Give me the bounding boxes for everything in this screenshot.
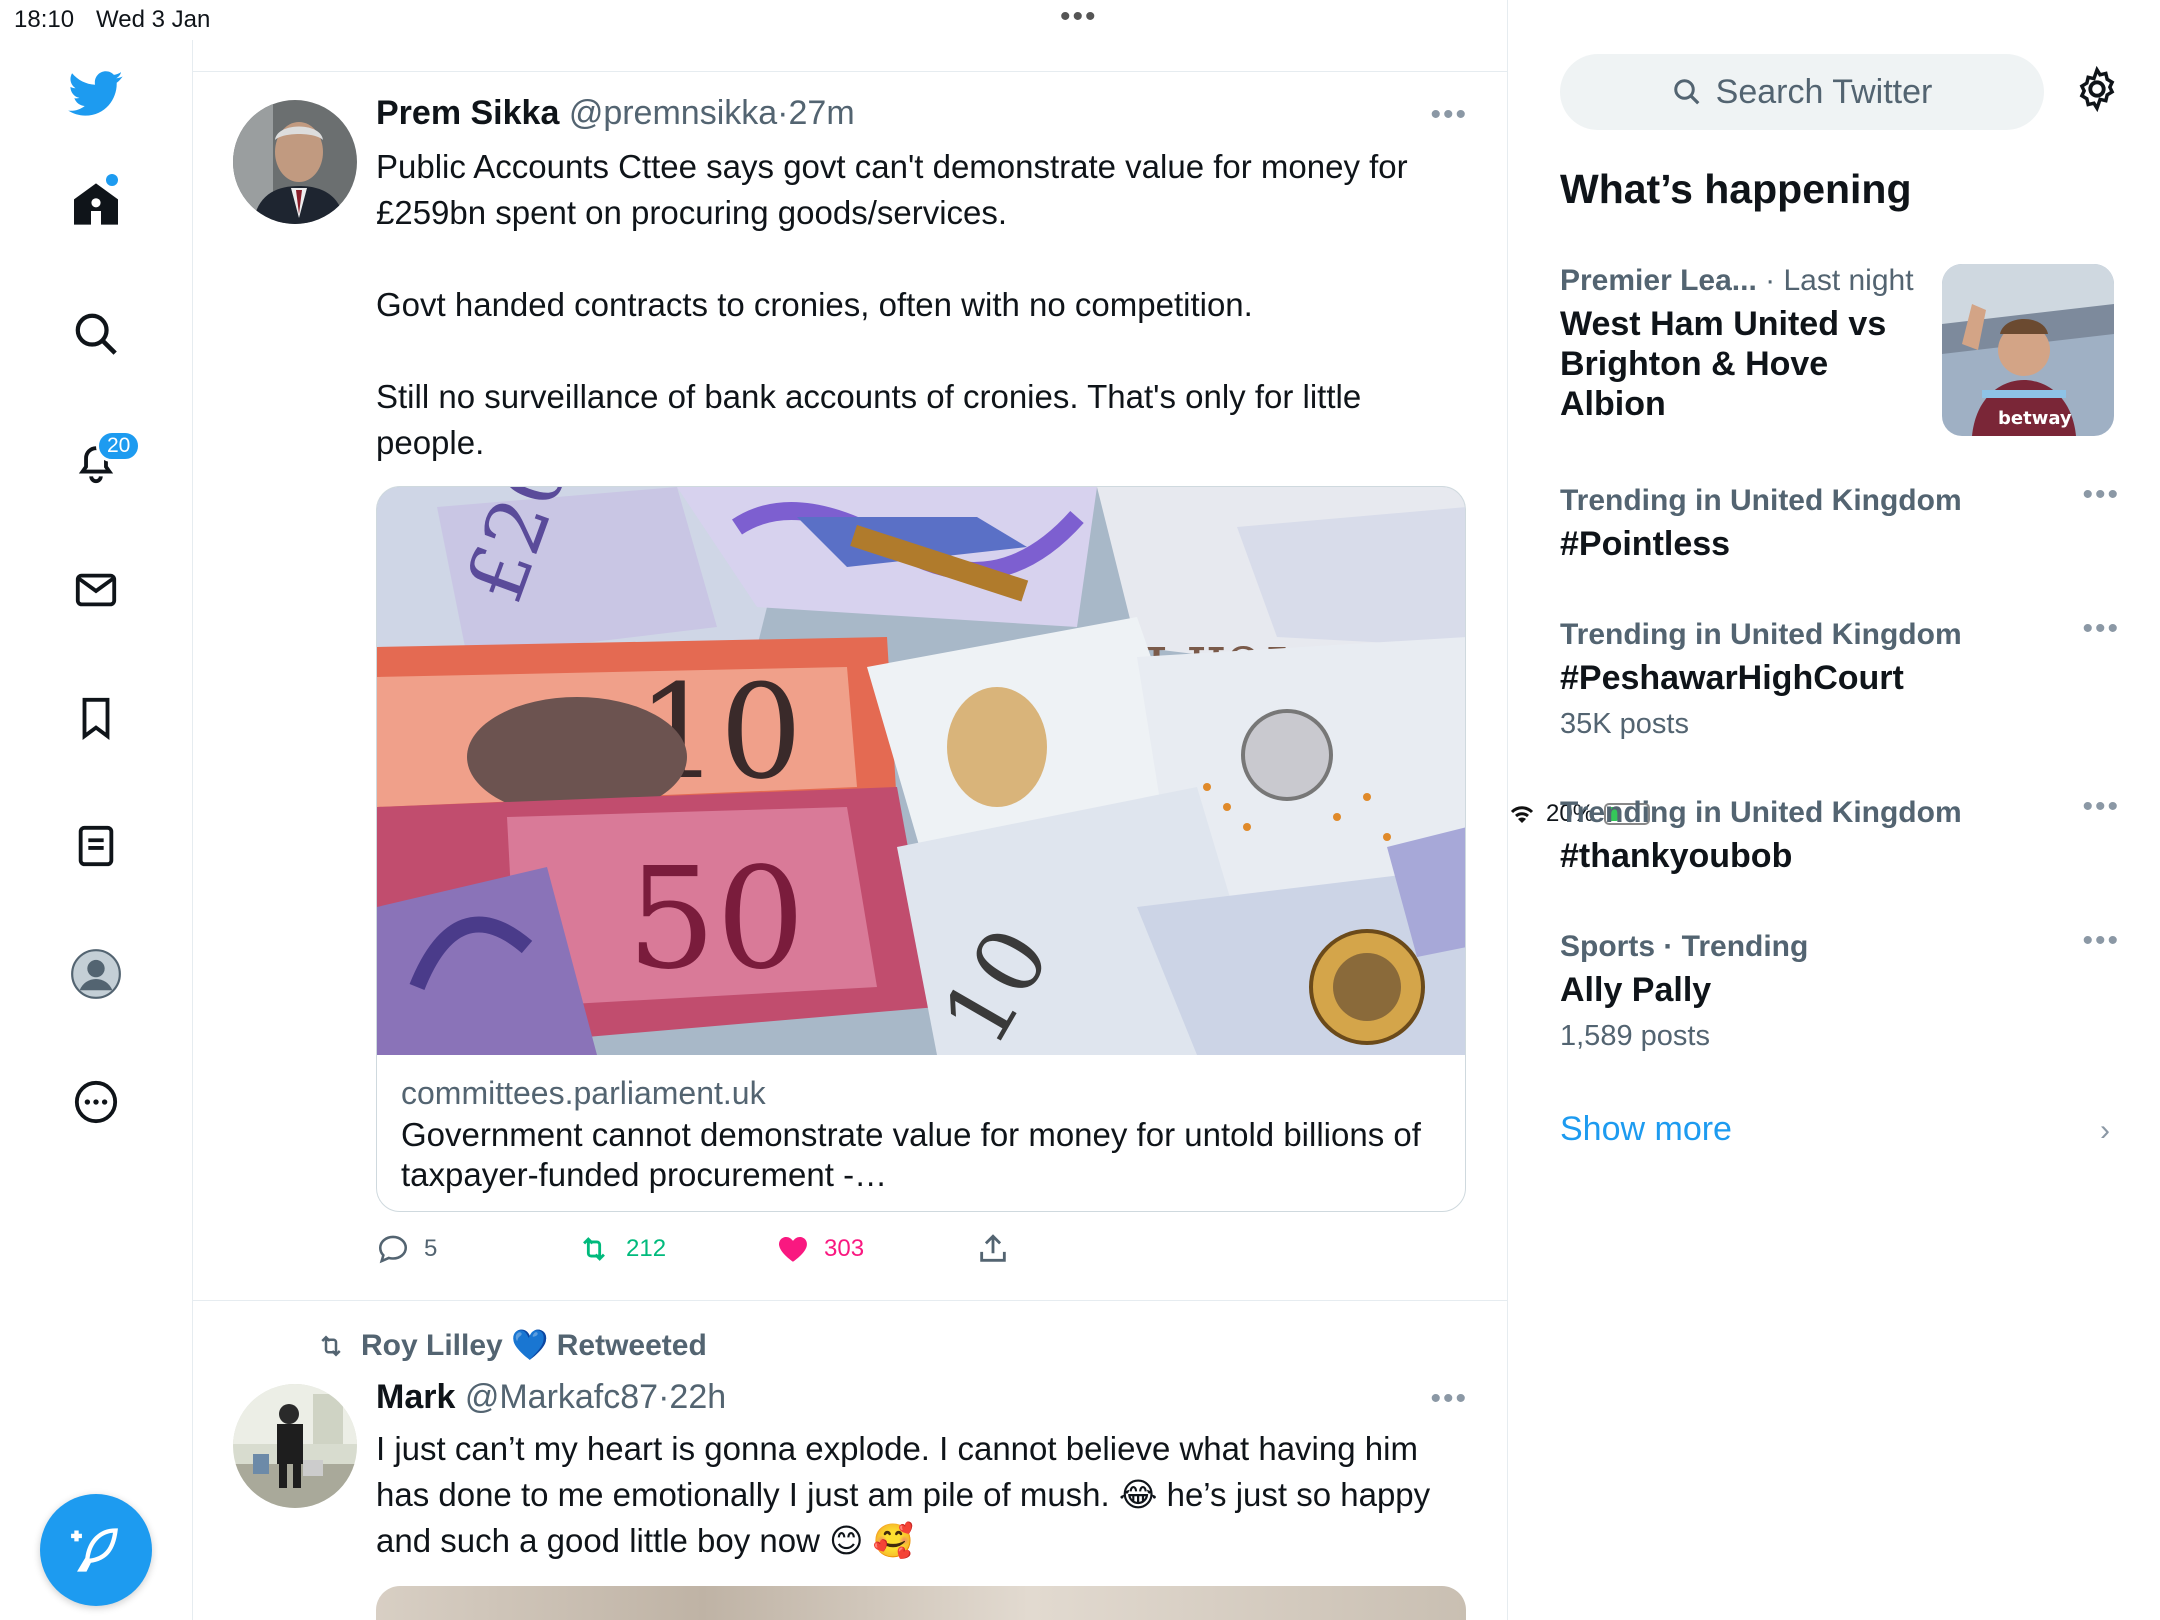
share-icon	[980, 1234, 1006, 1262]
home-unread-dot	[106, 174, 118, 186]
author-handle[interactable]: @premnsikka	[569, 94, 777, 132]
link-card[interactable]: £20 Ten P 10	[376, 486, 1466, 1212]
retweet-icon	[583, 1237, 605, 1261]
trend-more-icon[interactable]: •••	[2082, 478, 2120, 512]
whats-happening-title: What’s happening	[1560, 166, 1912, 212]
avatar[interactable]	[233, 100, 357, 224]
reply-count: 5	[424, 1235, 438, 1262]
trend-item[interactable]: Premier Lea... · Last night West Ham Uni…	[1560, 264, 1930, 424]
trend-more-icon[interactable]: •••	[2082, 790, 2120, 824]
tweet-paragraph: Still no surveillance of bank accounts o…	[376, 378, 1362, 461]
tweet-divider	[193, 1300, 1508, 1301]
bookmarks-icon[interactable]	[66, 688, 126, 748]
tweet-text: Public Accounts Cttee says govt can't de…	[376, 144, 1466, 466]
trend-title: West Ham United vs Brighton & Hove Albio…	[1560, 305, 1887, 423]
compose-tweet-button[interactable]	[40, 1494, 152, 1606]
trend-context: Trending in United Kingdom	[1560, 618, 1962, 651]
trend-context: Premier Lea...	[1560, 264, 1757, 297]
tweet-paragraph: Public Accounts Cttee says govt can't de…	[376, 148, 1408, 231]
left-nav: 20	[0, 40, 193, 1620]
tweet-time[interactable]: 27m	[789, 94, 855, 132]
compose-feather-icon	[71, 1528, 118, 1572]
trend-context: Trending in United Kingdom	[1560, 796, 1962, 829]
author-name[interactable]: Mark	[376, 1378, 455, 1416]
heart-icon	[779, 1236, 807, 1262]
trend-item[interactable]: Trending in United Kingdom #thankyoubob …	[1560, 790, 2120, 876]
trend-title: Ally Pally	[1560, 971, 1712, 1009]
card-title: Government cannot demonstrate value for …	[401, 1116, 1421, 1193]
avatar[interactable]	[233, 1384, 357, 1508]
search-input[interactable]: Search Twitter	[1560, 54, 2044, 130]
like-count: 303	[824, 1235, 865, 1262]
status-time: 18:10	[14, 6, 75, 33]
dot-separator: ·	[658, 1378, 670, 1416]
search-placeholder: Search Twitter	[1715, 72, 1933, 111]
trend-context: Sports · Trending	[1560, 930, 1809, 963]
trend-count: 1,589 posts	[1560, 1020, 1710, 1052]
reply-icon	[378, 1235, 408, 1264]
reply-button[interactable]: 5	[376, 1232, 576, 1266]
tweet-media-image[interactable]	[376, 1586, 1466, 1620]
trend-thumbnail: betway	[1942, 264, 2114, 436]
retweet-count: 212	[626, 1235, 667, 1262]
card-domain: committees.parliament.uk	[401, 1075, 766, 1111]
tweet-more-icon[interactable]: •••	[1430, 98, 1468, 132]
tweet-paragraph: Govt handed contracts to cronies, often …	[376, 286, 1253, 323]
retweeted-by-label: Roy Lilley 💙 Retweeted	[361, 1329, 707, 1362]
right-sidebar: Search Twitter What’s happening Premier …	[1508, 0, 2160, 1620]
trend-item[interactable]: Trending in United Kingdom #Pointless ••…	[1560, 478, 2120, 564]
trend-title: #PeshawarHighCourt	[1560, 659, 1904, 697]
notifications-badge: 20	[96, 430, 142, 462]
more-options-icon[interactable]	[66, 1072, 126, 1132]
card-image-banknotes: £20 Ten P 10	[377, 487, 1465, 1055]
trend-item[interactable]: Trending in United Kingdom #PeshawarHigh…	[1560, 612, 2120, 741]
tweet-more-icon[interactable]: •••	[1430, 1382, 1468, 1416]
search-icon	[1673, 79, 1700, 105]
settings-gear-icon[interactable]	[2074, 65, 2120, 117]
dot-separator: ·	[777, 94, 789, 132]
tweet-text: I just can’t my heart is gonna explode. …	[376, 1430, 1431, 1559]
explore-search-icon[interactable]	[66, 304, 126, 364]
profile-avatar-icon[interactable]	[66, 944, 126, 1004]
timeline: Prem Sikka @premnsikka·27m ••• Public Ac…	[193, 0, 1508, 1620]
svg-text:50: 50	[627, 838, 805, 1001]
trend-context: Trending in United Kingdom	[1560, 484, 1962, 517]
timeline-divider	[193, 71, 1508, 72]
chevron-right-icon: ›	[2100, 1114, 2110, 1147]
retweet-small-icon	[321, 1334, 341, 1357]
messages-envelope-icon[interactable]	[66, 560, 126, 620]
trend-more-icon[interactable]: •••	[2082, 924, 2120, 958]
trend-title: #Pointless	[1560, 525, 1731, 563]
like-button[interactable]: 303	[776, 1232, 976, 1266]
tweet-actions: 5 212 303	[376, 1232, 1176, 1266]
tweet-time[interactable]: 22h	[669, 1378, 726, 1416]
trend-title: #thankyoubob	[1560, 837, 1793, 875]
retweeted-by[interactable]: Roy Lilley 💙 Retweeted	[313, 1328, 707, 1363]
trend-count: 35K posts	[1560, 708, 1689, 740]
author-name[interactable]: Prem Sikka	[376, 94, 559, 132]
share-button[interactable]	[976, 1232, 1176, 1266]
retweet-button[interactable]: 212	[576, 1232, 776, 1266]
tweet-header: Mark @Markafc87·22h	[376, 1378, 726, 1417]
trend-item[interactable]: Sports · Trending Ally Pally 1,589 posts…	[1560, 924, 2120, 1053]
twitter-logo-icon[interactable]	[66, 64, 126, 124]
show-more-link[interactable]: Show more	[1560, 1110, 1732, 1149]
author-handle[interactable]: @Markafc87	[465, 1378, 658, 1416]
trend-time: · Last night	[1765, 264, 1914, 297]
svg-text:betway: betway	[1998, 408, 2072, 429]
lists-icon[interactable]	[66, 816, 126, 876]
trend-more-icon[interactable]: •••	[2082, 612, 2120, 646]
tweet-header: Prem Sikka @premnsikka·27m	[376, 94, 855, 133]
